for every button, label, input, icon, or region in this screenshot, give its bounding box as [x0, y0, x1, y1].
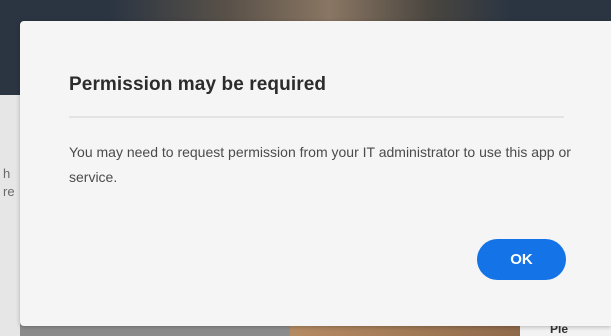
- background-text-fragment: h: [3, 166, 11, 181]
- background-bottom-image: [290, 326, 520, 336]
- background-left-panel: h re: [0, 95, 20, 336]
- dialog-divider: [69, 116, 564, 118]
- dialog-message: You may need to request permission from …: [69, 144, 571, 185]
- ok-button[interactable]: OK: [477, 239, 566, 280]
- permission-dialog: Permission may be required You may need …: [20, 21, 611, 326]
- background-text-fragment: re: [3, 184, 15, 199]
- dialog-title: Permission may be required: [69, 74, 327, 95]
